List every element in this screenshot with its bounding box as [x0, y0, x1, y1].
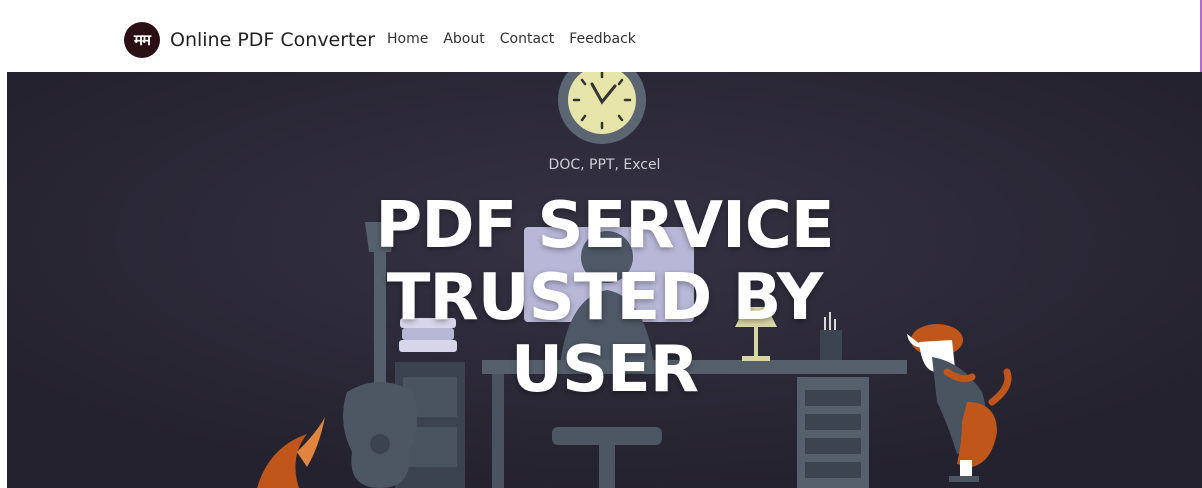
brand-name: Online PDF Converter	[170, 29, 376, 51]
nav-link-about[interactable]: About	[443, 31, 484, 47]
hero-title-line: PDF SERVICE	[375, 189, 834, 263]
brand-link[interactable]: मम Online PDF Converter	[124, 22, 375, 58]
logo-icon: मम	[124, 22, 160, 58]
hero-title-line: TRUSTED BY	[386, 261, 823, 335]
hero-title: PDF SERVICE TRUSTED BY USER	[7, 190, 1202, 406]
nav-link-feedback[interactable]: Feedback	[569, 31, 636, 47]
hero-tagline: DOC, PPT, Excel	[548, 157, 661, 173]
nav-link-home[interactable]: Home	[387, 31, 428, 47]
hero-section: DOC, PPT, Excel PDF SERVICE TRUSTED BY U…	[7, 72, 1202, 488]
hero-title-line: USER	[510, 333, 699, 407]
nav-links: Home About Contact Feedback	[387, 31, 651, 47]
nav-link-contact[interactable]: Contact	[500, 31, 554, 47]
navbar: मम Online PDF Converter Home About Conta…	[0, 0, 1202, 72]
